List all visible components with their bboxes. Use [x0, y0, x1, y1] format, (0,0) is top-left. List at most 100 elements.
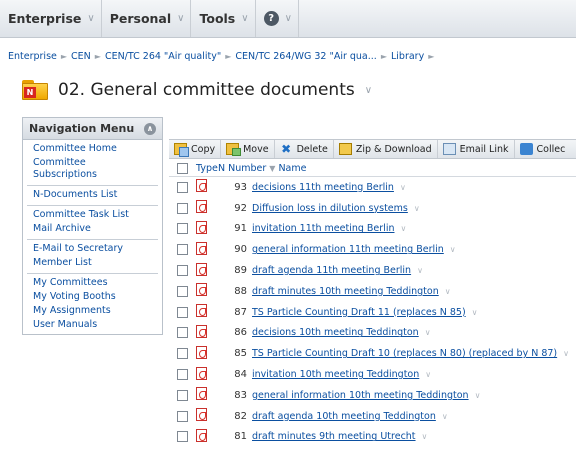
- type-cell: [196, 408, 214, 424]
- table-row: 83 general information 10th meeting Teddi…: [169, 385, 576, 406]
- table-row: 91 invitation 11th meeting Berlin ∨: [169, 219, 576, 240]
- nav-item-committee-task-list[interactable]: Committee Task List: [27, 208, 158, 222]
- document-link[interactable]: invitation 11th meeting Berlin: [252, 223, 395, 234]
- copy-button[interactable]: Copy: [169, 140, 222, 158]
- row-menu-icon[interactable]: ∨: [417, 266, 423, 275]
- nav-item-my-committees[interactable]: My Committees: [27, 276, 158, 290]
- row-menu-icon[interactable]: ∨: [400, 183, 406, 192]
- nav-item-my-voting-booths[interactable]: My Voting Booths: [27, 290, 158, 304]
- document-link[interactable]: draft agenda 11th meeting Berlin: [252, 265, 411, 276]
- type-column-header[interactable]: Type: [196, 163, 218, 174]
- breadcrumb-separator-icon: ►: [225, 52, 232, 61]
- row-checkbox[interactable]: [177, 285, 188, 297]
- row-checkbox[interactable]: [177, 223, 188, 235]
- document-link[interactable]: TS Particle Counting Draft 10 (replaces …: [252, 348, 557, 359]
- nav-item-user-manuals[interactable]: User Manuals: [27, 318, 158, 332]
- row-menu-icon[interactable]: ∨: [445, 287, 451, 296]
- nav-item-mail-archive[interactable]: Mail Archive: [27, 222, 158, 236]
- row-menu-icon[interactable]: ∨: [472, 308, 478, 317]
- document-link[interactable]: invitation 10th meeting Teddington: [252, 369, 419, 380]
- row-menu-icon[interactable]: ∨: [401, 224, 407, 233]
- breadcrumb-library[interactable]: Library: [391, 51, 424, 62]
- name-column-header[interactable]: Name: [278, 163, 306, 174]
- row-menu-icon[interactable]: ∨: [425, 370, 431, 379]
- document-link[interactable]: general information 11th meeting Berlin: [252, 244, 444, 255]
- document-link[interactable]: TS Particle Counting Draft 11 (replaces …: [252, 307, 466, 318]
- table-row: 84 invitation 10th meeting Teddington ∨: [169, 364, 576, 385]
- row-checkbox[interactable]: [177, 410, 188, 422]
- row-menu-icon[interactable]: ∨: [414, 204, 420, 213]
- menu-personal-label: Personal: [109, 11, 172, 26]
- document-toolbar: Copy Move ✖ Delete Zip & Download Email …: [169, 139, 576, 159]
- document-link[interactable]: decisions 11th meeting Berlin: [252, 182, 394, 193]
- table-row: 88 draft minutes 10th meeting Teddington ∨: [169, 281, 576, 302]
- nav-group: My Committees My Voting Booths My Assign…: [27, 274, 158, 335]
- nav-item-my-assignments[interactable]: My Assignments: [27, 304, 158, 318]
- menu-personal[interactable]: Personal ∨: [102, 0, 192, 37]
- row-menu-icon[interactable]: ∨: [442, 412, 448, 421]
- pdf-icon: [196, 324, 207, 338]
- row-menu-icon[interactable]: ∨: [450, 245, 456, 254]
- move-button[interactable]: Move: [221, 140, 275, 158]
- table-row: 82 draft agenda 10th meeting Teddington ∨: [169, 406, 576, 427]
- title-dropdown-icon[interactable]: ∨: [365, 85, 372, 96]
- nav-group: N-Documents List: [27, 186, 158, 206]
- navigation-menu-header: Navigation Menu ∧: [23, 118, 162, 140]
- row-menu-icon[interactable]: ∨: [422, 432, 428, 441]
- row-menu-icon[interactable]: ∨: [425, 328, 431, 337]
- breadcrumb-tc264[interactable]: CEN/TC 264 "Air quality": [105, 51, 221, 62]
- row-checkbox[interactable]: [177, 181, 188, 193]
- number-cell: 84: [234, 369, 247, 381]
- nav-item-n-documents-list[interactable]: N-Documents List: [27, 188, 158, 202]
- collect-button[interactable]: Collec: [515, 140, 571, 158]
- row-checkbox[interactable]: [177, 389, 188, 401]
- zip-download-button[interactable]: Zip & Download: [334, 140, 438, 158]
- row-checkbox[interactable]: [177, 202, 188, 214]
- nav-item-member-list[interactable]: Member List: [27, 256, 158, 270]
- email-label: Email Link: [459, 143, 509, 155]
- row-checkbox[interactable]: [177, 244, 188, 256]
- pdf-icon: [196, 220, 207, 234]
- nav-group: Committee Home Committee Subscriptions: [27, 140, 158, 186]
- nav-item-committee-home[interactable]: Committee Home: [27, 142, 158, 156]
- document-link[interactable]: general information 10th meeting Tedding…: [252, 390, 469, 401]
- delete-button[interactable]: ✖ Delete: [275, 140, 334, 158]
- document-link[interactable]: draft minutes 9th meeting Utrecht: [252, 431, 416, 442]
- menu-tools[interactable]: Tools ∨: [191, 0, 256, 37]
- menu-help[interactable]: ? ∨: [256, 0, 299, 37]
- breadcrumb-cen[interactable]: CEN: [71, 51, 91, 62]
- document-link[interactable]: decisions 10th meeting Teddington: [252, 327, 419, 338]
- table-row: 85 TS Particle Counting Draft 10 (replace…: [169, 343, 576, 364]
- navigation-menu-title: Navigation Menu: [29, 122, 135, 135]
- help-icon: ?: [263, 11, 279, 26]
- table-row: 89 draft agenda 11th meeting Berlin ∨: [169, 260, 576, 281]
- row-checkbox[interactable]: [177, 431, 188, 443]
- email-link-button[interactable]: Email Link: [438, 140, 515, 158]
- row-checkbox[interactable]: [177, 306, 188, 318]
- breadcrumb-wg32[interactable]: CEN/TC 264/WG 32 "Air qua...: [235, 51, 376, 62]
- copy-label: Copy: [191, 143, 216, 155]
- number-column-header[interactable]: N Number: [218, 163, 266, 174]
- document-link[interactable]: draft minutes 10th meeting Teddington: [252, 286, 439, 297]
- menu-enterprise[interactable]: Enterprise ∨: [0, 0, 102, 37]
- table-body: 93 decisions 11th meeting Berlin ∨ 92 Diffus…: [169, 177, 576, 447]
- type-cell: [196, 387, 214, 403]
- navigation-menu: Navigation Menu ∧ Committee Home Committ…: [22, 117, 163, 335]
- row-menu-icon[interactable]: ∨: [475, 391, 481, 400]
- row-checkbox[interactable]: [177, 369, 188, 381]
- document-link[interactable]: draft agenda 10th meeting Teddington: [252, 411, 436, 422]
- document-link[interactable]: Diffusion loss in dilution systems: [252, 203, 408, 214]
- pdf-icon: [196, 283, 207, 297]
- nav-item-email-to-secretary[interactable]: E-Mail to Secretary: [27, 242, 158, 256]
- row-checkbox[interactable]: [177, 265, 188, 277]
- type-cell: [196, 241, 214, 258]
- breadcrumb-separator-icon: ►: [94, 52, 101, 61]
- collapse-icon[interactable]: ∧: [144, 122, 156, 135]
- row-checkbox[interactable]: [177, 327, 188, 339]
- breadcrumb-enterprise[interactable]: Enterprise: [8, 51, 57, 62]
- row-checkbox[interactable]: [177, 348, 188, 360]
- row-menu-icon[interactable]: ∨: [563, 349, 569, 358]
- sort-descending-icon[interactable]: ▼: [269, 164, 275, 173]
- nav-item-committee-subscriptions[interactable]: Committee Subscriptions: [27, 156, 158, 182]
- select-all-checkbox[interactable]: [177, 163, 188, 174]
